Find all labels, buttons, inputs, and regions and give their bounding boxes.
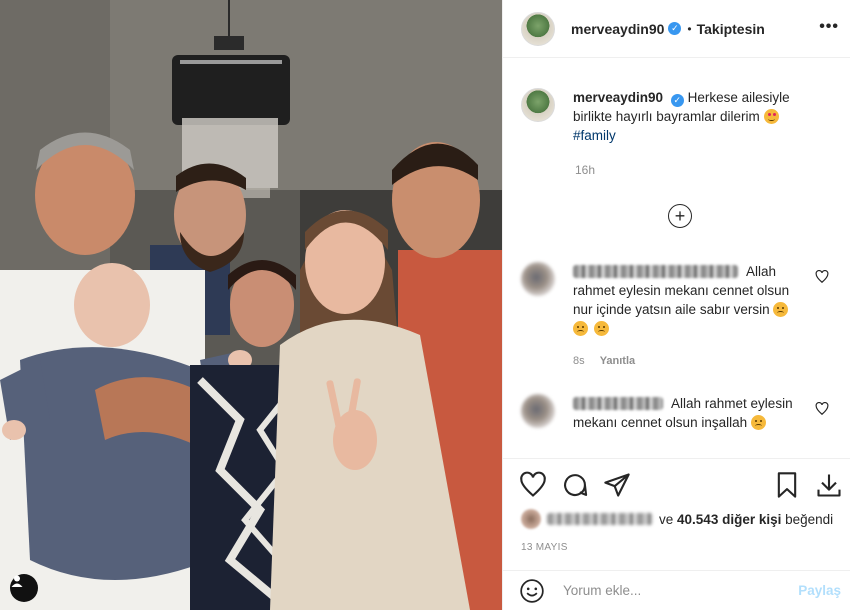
- blurred-commenter-name: [573, 265, 738, 278]
- download-icon[interactable]: [815, 471, 843, 499]
- sad-emoji-icon: [573, 321, 588, 336]
- sad-emoji-icon: [593, 321, 609, 336]
- caption-username[interactable]: merveaydin90: [573, 90, 663, 105]
- comment-item: Allah rahmet eylesin mekanı cennet olsun…: [521, 394, 841, 432]
- liker-avatar: [521, 509, 541, 529]
- sad-emoji-icon: [750, 415, 766, 430]
- more-options-button[interactable]: •••: [819, 18, 839, 36]
- post-photo[interactable]: [0, 0, 502, 610]
- post-side-panel: merveaydin90 ✓ • Takiptesin ••• merveayd…: [502, 0, 850, 610]
- post-caption: merveaydin90 ✓ Herkese ailesiyle birlikt…: [521, 88, 841, 145]
- comment-body: Allah rahmet eylesin mekanı cennet olsun…: [573, 394, 803, 432]
- comment-meta: 8s Yanıtla: [573, 355, 647, 367]
- emoji-smile-icon[interactable]: [519, 578, 545, 604]
- share-icon[interactable]: [603, 471, 631, 499]
- load-more-comments-button[interactable]: +: [668, 204, 692, 228]
- user-tag-button[interactable]: [10, 574, 38, 602]
- family-photo-illustration: [0, 0, 502, 610]
- post-action-bar: [503, 458, 850, 510]
- verified-badge-icon: ✓: [668, 22, 682, 35]
- comment-body: Allah rahmet eylesin mekanı cennet olsun…: [573, 262, 803, 338]
- likes-count[interactable]: 40.543 diğer kişi: [677, 512, 781, 527]
- blurred-commenter-name: [573, 397, 663, 410]
- reply-button[interactable]: Yanıtla: [600, 355, 635, 367]
- add-comment-bar: Paylaş: [503, 570, 850, 610]
- post-comment-button[interactable]: Paylaş: [798, 583, 841, 598]
- comment-icon[interactable]: [561, 471, 589, 499]
- likes-connector: ve: [659, 511, 674, 527]
- comment-like-heart-icon[interactable]: [815, 402, 829, 416]
- separator-dot: •: [687, 21, 692, 36]
- blurred-liker-name: [547, 513, 653, 525]
- follow-status[interactable]: Takiptesin: [697, 21, 765, 37]
- heart-icon[interactable]: [519, 471, 547, 499]
- comment-item: Allah rahmet eylesin mekanı cennet olsun…: [521, 262, 841, 338]
- comment-like-heart-icon[interactable]: [815, 270, 829, 284]
- comment-input[interactable]: [563, 583, 793, 598]
- user-tag-icon: [11, 575, 23, 587]
- more-horizontal-icon: •••: [819, 18, 839, 35]
- post-header: merveaydin90 ✓ • Takiptesin •••: [503, 0, 850, 58]
- caption-verified-badge-icon: ✓: [670, 94, 684, 107]
- commenter-avatar[interactable]: [521, 262, 555, 296]
- caption-timestamp: 16h: [575, 163, 596, 177]
- commenter-avatar[interactable]: [521, 394, 555, 428]
- caption-author-avatar[interactable]: [521, 88, 555, 122]
- author-avatar[interactable]: [521, 11, 555, 46]
- comment-timestamp: 8s: [573, 355, 585, 367]
- heart-eyes-emoji-icon: [763, 109, 779, 124]
- likes-suffix: beğendi: [785, 511, 834, 527]
- caption-body: merveaydin90 ✓ Herkese ailesiyle birlikt…: [573, 88, 823, 145]
- likes-summary[interactable]: ve 40.543 diğer kişi beğendi: [521, 509, 833, 529]
- plus-circle-icon: +: [674, 206, 686, 226]
- sad-emoji-icon: [773, 302, 789, 317]
- post-date: 13 MAYIS: [521, 542, 568, 553]
- caption-hashtag[interactable]: #family: [573, 128, 616, 143]
- author-username[interactable]: merveaydin90: [571, 21, 664, 37]
- bookmark-icon[interactable]: [773, 471, 801, 499]
